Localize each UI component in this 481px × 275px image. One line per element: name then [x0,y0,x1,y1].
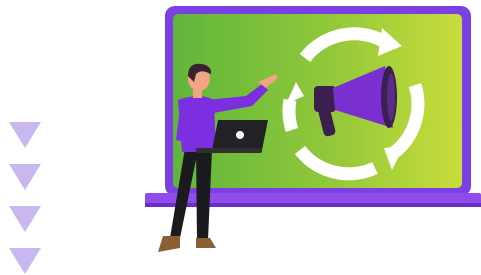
laptop-keyboard [196,148,262,153]
monitor-base-shadow [145,203,481,207]
laptop-logo [236,131,244,139]
hero-illustration [0,0,481,275]
person-shoe-left [158,236,180,252]
illustration-svg [145,6,481,252]
person-leg-right [196,150,212,240]
megaphone-back [314,86,336,112]
megaphone-mouth-inner [387,73,395,121]
person-shoe-right [196,238,216,248]
